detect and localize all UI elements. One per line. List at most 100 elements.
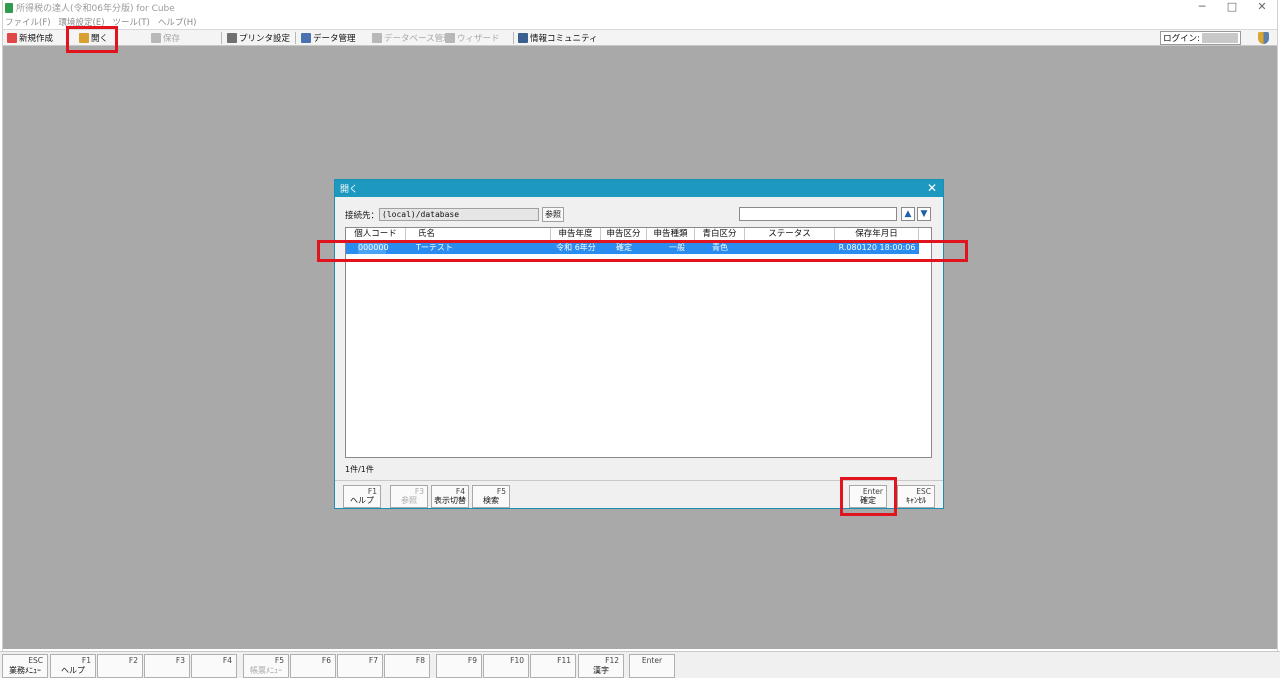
login-label: ログイン: <box>1163 34 1200 44</box>
toolbar-divider <box>513 32 514 44</box>
maximize-icon[interactable]: □ <box>1217 0 1247 14</box>
open-button[interactable]: 開く <box>79 31 108 45</box>
f10-button[interactable]: F10 <box>483 654 529 678</box>
grid-header: 個人コード 氏名 申告年度 申告区分 申告種類 青白区分 ステータス 保存年月日 <box>346 228 931 241</box>
dialog-esc-cancel-button[interactable]: ESC ｷｬﾝｾﾙ <box>897 485 935 508</box>
toolbar-divider <box>221 32 222 44</box>
dialog-close-icon[interactable]: ✕ <box>927 181 937 195</box>
database-management-button[interactable]: データベース管理 <box>372 31 452 45</box>
open-dialog: 開く ✕ 接続先： (local)/database 参照 ▲ ▼ 個人コード … <box>334 179 944 509</box>
app-icon <box>5 2 13 13</box>
key-label: F5 <box>274 656 284 665</box>
wizard-button[interactable]: ウィザード <box>445 31 500 45</box>
button-label: ｷｬﾝｾﾙ <box>906 496 926 505</box>
data-label: データ管理 <box>313 34 356 44</box>
dialog-f3-ref-button[interactable]: F3 参照 <box>390 485 428 508</box>
menu-bar: ファイル(F) 環境設定(E) ツール(T) ヘルプ(H) <box>3 15 1277 28</box>
esc-business-menu-button[interactable]: ESC 業務ﾒﾆｭｰ <box>2 654 48 678</box>
data-icon <box>301 33 311 43</box>
menu-settings[interactable]: 環境設定(E) <box>59 16 105 28</box>
cell-code: 000000 <box>358 242 389 254</box>
window-title: 所得税の達人(令和06年分版) for Cube <box>16 4 175 14</box>
button-label: 検索 <box>483 496 499 505</box>
key-label: ESC <box>28 656 43 665</box>
close-icon[interactable]: ✕ <box>1247 0 1277 14</box>
login-indicator: ログイン: <box>1160 31 1241 45</box>
record-count: 1件/1件 <box>345 465 374 474</box>
new-file-icon <box>7 33 17 43</box>
button-label: 確定 <box>860 496 876 505</box>
connection-ref-button[interactable]: 参照 <box>542 207 564 222</box>
column-header-blue-white[interactable]: 青白区分 <box>695 228 745 241</box>
search-up-button[interactable]: ▲ <box>901 207 915 221</box>
search-input[interactable] <box>739 207 897 221</box>
dialog-enter-confirm-button[interactable]: Enter 確定 <box>849 485 887 508</box>
dialog-f4-toggle-view-button[interactable]: F4 表示切替 <box>431 485 469 508</box>
info-community-button[interactable]: 情報コミュニティ <box>518 31 598 45</box>
f9-button[interactable]: F9 <box>436 654 482 678</box>
file-list-grid: 個人コード 氏名 申告年度 申告区分 申告種類 青白区分 ステータス 保存年月日… <box>345 227 932 458</box>
menu-file[interactable]: ファイル(F) <box>5 16 51 28</box>
dialog-f5-search-button[interactable]: F5 検索 <box>472 485 510 508</box>
button-label: 業務ﾒﾆｭｰ <box>9 666 41 675</box>
key-label: Enter <box>641 656 663 665</box>
save-icon <box>151 33 161 43</box>
column-header-code[interactable]: 個人コード <box>346 228 406 241</box>
f12-kanji-button[interactable]: F12 漢字 <box>578 654 624 678</box>
f5-form-menu-button[interactable]: F5 帳票ﾒﾆｭｰ <box>243 654 289 678</box>
f3-button[interactable]: F3 <box>144 654 190 678</box>
key-label: F6 <box>321 656 331 665</box>
new-label: 新規作成 <box>19 34 54 44</box>
printer-icon <box>227 33 237 43</box>
menu-help[interactable]: ヘルプ(H) <box>158 16 197 28</box>
column-header-year[interactable]: 申告年度 <box>551 228 601 241</box>
key-label: F11 <box>557 656 571 665</box>
function-key-bar: ESC 業務ﾒﾆｭｰ F1 ヘルプ F2 F3 F4 F5 帳票ﾒﾆｭｰ F6 … <box>0 651 1280 678</box>
key-label: F3 <box>175 656 185 665</box>
column-header-status[interactable]: ステータス <box>745 228 835 241</box>
enter-button[interactable]: Enter <box>629 654 675 678</box>
save-label: 保存 <box>163 34 181 44</box>
search-down-button[interactable]: ▼ <box>917 207 931 221</box>
cell-saved: R.080120 18:00:06 <box>838 243 916 252</box>
key-label: F4 <box>222 656 232 665</box>
menu-tools[interactable]: ツール(T) <box>113 16 150 28</box>
key-label: F2 <box>128 656 138 665</box>
f7-button[interactable]: F7 <box>337 654 383 678</box>
open-label: 開く <box>91 34 109 44</box>
f6-button[interactable]: F6 <box>290 654 336 678</box>
dialog-title: 開く <box>340 185 359 195</box>
f11-button[interactable]: F11 <box>530 654 576 678</box>
db-label: データベース管理 <box>384 34 452 44</box>
toolbar-divider <box>295 32 296 44</box>
f1-help-button[interactable]: F1 ヘルプ <box>50 654 96 678</box>
dialog-f1-help-button[interactable]: F1 ヘルプ <box>343 485 381 508</box>
data-management-button[interactable]: データ管理 <box>301 31 356 45</box>
cell-blue-white: 青色 <box>712 243 728 252</box>
connection-label: 接続先： <box>345 211 380 221</box>
new-button[interactable]: 新規作成 <box>7 31 53 45</box>
button-label: 帳票ﾒﾆｭｰ <box>250 666 282 675</box>
button-label: 参照 <box>401 496 417 505</box>
folder-icon <box>79 33 89 43</box>
community-icon <box>518 33 528 43</box>
column-header-category[interactable]: 申告区分 <box>601 228 647 241</box>
cell-category: 確定 <box>616 243 632 252</box>
f4-button[interactable]: F4 <box>191 654 237 678</box>
column-header-type[interactable]: 申告種類 <box>647 228 695 241</box>
dialog-function-keys: F1 ヘルプ F3 参照 F4 表示切替 F5 検索 Enter 確定 ESC … <box>335 480 943 509</box>
cell-status <box>745 242 835 254</box>
button-label: 漢字 <box>593 666 609 675</box>
printer-settings-button[interactable]: プリンタ設定 <box>227 31 290 45</box>
f2-button[interactable]: F2 <box>97 654 143 678</box>
column-header-saved[interactable]: 保存年月日 <box>835 228 919 241</box>
save-button[interactable]: 保存 <box>151 31 180 45</box>
login-user-field <box>1202 33 1238 43</box>
f8-button[interactable]: F8 <box>384 654 430 678</box>
key-label: F12 <box>605 656 619 665</box>
table-row[interactable]: 000000 Tーテスト 令和 6年分 確定 一般 青色 R.080120 18… <box>346 242 919 254</box>
shield-icon <box>1258 32 1269 44</box>
minimize-icon[interactable]: ─ <box>1187 0 1217 14</box>
column-header-name[interactable]: 氏名 <box>406 228 551 241</box>
cell-name: Tーテスト <box>416 243 453 252</box>
